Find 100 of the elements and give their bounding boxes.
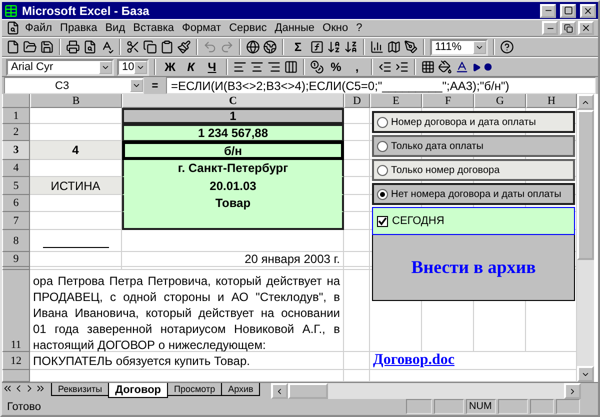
radio-option[interactable]: Только дата оплаты: [372, 135, 575, 158]
print-preview-icon[interactable]: [83, 40, 97, 54]
function-icon[interactable]: [310, 40, 324, 54]
document-icon[interactable]: [6, 21, 20, 36]
vertical-scrollbar[interactable]: [577, 94, 594, 382]
radio-option[interactable]: Нет номера договора и даты оплаты: [372, 183, 575, 206]
row-header[interactable]: 8: [2, 230, 30, 252]
fill-color-icon[interactable]: [438, 60, 452, 74]
sheet-tab[interactable]: Просмотр: [167, 383, 222, 396]
map-icon[interactable]: [387, 40, 401, 54]
help-icon[interactable]: [500, 40, 514, 54]
scissors-icon[interactable]: [126, 40, 140, 54]
menu-item[interactable]: Окно: [320, 22, 352, 34]
font-size-dropdown[interactable]: 10: [117, 58, 149, 76]
restore-button[interactable]: [560, 21, 576, 36]
copy-icon[interactable]: [143, 40, 157, 54]
select-all-corner[interactable]: [2, 94, 30, 108]
column-header[interactable]: B: [30, 94, 122, 108]
menu-item[interactable]: Файл: [22, 22, 56, 34]
column-header[interactable]: G: [474, 94, 526, 108]
status-panel: [434, 399, 464, 414]
maximize-button[interactable]: [560, 4, 576, 18]
chart-icon[interactable]: [370, 40, 384, 54]
column-header[interactable]: E: [370, 94, 422, 108]
radio-option[interactable]: Только номер договора: [372, 159, 575, 182]
archive-button[interactable]: Внести в архив: [372, 235, 575, 302]
column-header[interactable]: H: [526, 94, 577, 108]
percent-button[interactable]: %: [327, 58, 345, 76]
menu-item[interactable]: Вид: [102, 22, 128, 34]
minimize-button[interactable]: [540, 4, 556, 18]
row-header[interactable]: 12: [2, 352, 30, 370]
today-checkbox[interactable]: СЕГОДНЯ: [372, 207, 575, 236]
row-header[interactable]: 1: [2, 108, 30, 124]
menu-item[interactable]: Вставка: [130, 22, 178, 34]
font-dropdown[interactable]: Arial Cyr: [6, 58, 114, 76]
sheet-tab[interactable]: Архив: [221, 383, 260, 396]
row-header[interactable]: [2, 370, 30, 382]
row-header[interactable]: [2, 267, 30, 270]
radio-option[interactable]: Номер договора и дата оплаты: [372, 111, 575, 134]
underline-button[interactable]: Ч: [203, 58, 221, 76]
currency-icon[interactable]: [310, 60, 324, 74]
new-document-icon[interactable]: [6, 40, 20, 54]
bold-button[interactable]: Ж: [161, 58, 179, 76]
table-cell: [344, 124, 370, 142]
record-icon[interactable]: [484, 63, 492, 72]
sort-descending-icon[interactable]: [344, 40, 358, 54]
column-header[interactable]: F: [422, 94, 474, 108]
zoom-dropdown[interactable]: 111%: [430, 38, 488, 56]
row-header[interactable]: 3: [2, 141, 30, 160]
decrease-indent-icon[interactable]: [378, 60, 392, 74]
spelling-icon[interactable]: [100, 40, 114, 54]
horizontal-scrollbar[interactable]: [271, 383, 581, 400]
drawing-icon[interactable]: [404, 40, 418, 54]
merge-cells-icon[interactable]: [284, 60, 298, 74]
menu-item[interactable]: Данные: [272, 22, 318, 34]
save-icon[interactable]: [40, 40, 54, 54]
paintbrush-icon[interactable]: [177, 40, 191, 54]
row-header[interactable]: 9: [2, 252, 30, 268]
table-cell: ИСТИНА: [30, 177, 122, 196]
close-button[interactable]: [578, 21, 594, 36]
clipboard-icon[interactable]: [160, 40, 174, 54]
sum-button[interactable]: Σ: [289, 38, 307, 56]
formula-input[interactable]: =ЕСЛИ(И(B3<>2;B3<>4);ЕСЛИ(C5=0;"_________";AA3);"б/н"): [166, 77, 596, 94]
column-header[interactable]: C: [122, 94, 344, 108]
radio-icon: [377, 188, 388, 200]
name-box[interactable]: C3: [4, 77, 144, 94]
globe-icon[interactable]: [246, 40, 260, 54]
minimize-button[interactable]: [542, 21, 558, 36]
scroll-thumb[interactable]: [288, 383, 328, 400]
row-header[interactable]: 5: [2, 177, 30, 196]
row-header[interactable]: 4: [2, 160, 30, 178]
sheet-tab[interactable]: Реквизиты: [51, 383, 110, 396]
align-right-icon[interactable]: [267, 60, 281, 74]
row-header[interactable]: 2: [2, 124, 30, 142]
table-cell: [344, 252, 370, 268]
row-header[interactable]: 6: [2, 195, 30, 212]
sort-ascending-icon[interactable]: [327, 40, 341, 54]
status-panel: [556, 399, 580, 414]
borders-icon[interactable]: [421, 60, 435, 74]
sheet-tab[interactable]: Договор: [108, 383, 168, 398]
align-left-icon[interactable]: [233, 60, 247, 74]
close-button[interactable]: [580, 4, 596, 18]
comma-button[interactable]: ,: [348, 58, 366, 76]
globe-icon[interactable]: [263, 40, 277, 54]
folder-icon[interactable]: [23, 40, 37, 54]
scroll-thumb[interactable]: [577, 110, 594, 260]
align-center-icon[interactable]: [250, 60, 264, 74]
font-color-icon[interactable]: [455, 60, 469, 74]
row-header[interactable]: 7: [2, 212, 30, 230]
menu-item[interactable]: Формат: [179, 22, 224, 34]
menu-item[interactable]: Сервис: [226, 22, 270, 34]
menu-item[interactable]: ?: [353, 22, 366, 34]
printer-icon[interactable]: [66, 40, 80, 54]
play-icon[interactable]: [472, 62, 481, 72]
increase-indent-icon[interactable]: [395, 60, 409, 74]
document-link[interactable]: Договор.doc: [373, 352, 454, 370]
column-header[interactable]: D: [344, 94, 370, 108]
menu-item[interactable]: Правка: [57, 22, 100, 34]
italic-button[interactable]: К: [182, 58, 200, 76]
row-header[interactable]: 11: [2, 270, 30, 352]
